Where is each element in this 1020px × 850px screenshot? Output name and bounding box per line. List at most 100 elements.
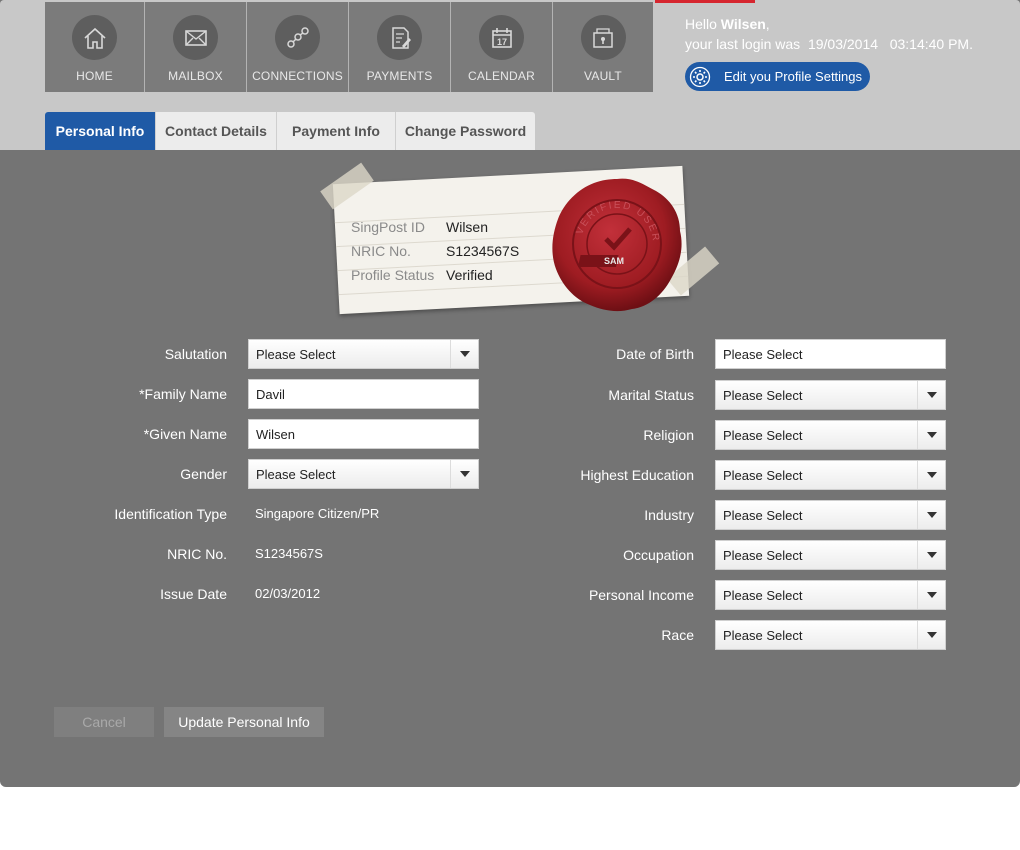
occupation-label: Occupation [623,547,694,563]
id-card-value: Wilsen [446,219,489,235]
id-card: SingPost ID Wilsen NRIC No. S1234567S Prof… [318,162,720,320]
id-card-key: SingPost ID [351,219,425,235]
verified-seal-icon: VERIFIED USER SAM [546,173,688,315]
id-card-row: SingPost ID Wilsen [351,215,519,239]
nav-label: VAULT [584,69,622,83]
header-accent-line [655,0,755,3]
greeting-name: Wilsen [720,16,766,32]
religion-select[interactable]: Please Select [715,420,946,450]
chevron-down-icon [450,460,478,488]
nav-label: PAYMENTS [366,69,433,83]
religion-label: Religion [643,427,694,443]
seal-badge: SAM [604,256,624,266]
id-card-info: SingPost ID Wilsen NRIC No. S1234567S Prof… [351,215,519,287]
marital-value: Please Select [723,387,803,403]
chevron-down-icon [917,381,945,409]
id-card-key: Profile Status [351,267,435,283]
update-personal-info-button[interactable]: Update Personal Info [164,707,324,737]
cancel-button[interactable]: Cancel [54,707,154,737]
nav-label: CONNECTIONS [252,69,343,83]
payments-icon [377,15,422,60]
chevron-down-icon [917,421,945,449]
nav-mailbox[interactable]: MAILBOX [145,2,247,92]
edit-profile-label: Edit you Profile Settings [724,69,863,84]
id-type-value: Singapore Citizen/PR [255,506,380,521]
education-label: Highest Education [580,467,694,483]
header-bar: HOME MAILBOX CONNECTIONS PAYMENTS 17 CAL… [0,0,1020,150]
tab-payment-info[interactable]: Payment Info [277,112,396,150]
issue-date-label: Issue Date [160,586,227,602]
income-value: Please Select [723,587,803,603]
issue-date-value: 02/03/2012 [255,586,321,601]
religion-value: Please Select [723,427,803,443]
tab-contact-details[interactable]: Contact Details [156,112,277,150]
chevron-down-icon [450,340,478,368]
nav-vault[interactable]: VAULT [553,2,653,92]
gender-label: Gender [180,466,227,482]
id-card-row: NRIC No. S1234567S [351,239,519,263]
salutation-value: Please Select [256,346,336,362]
given-name-input[interactable]: Wilsen [248,419,479,449]
dob-value: Please Select [723,346,803,362]
id-card-key: NRIC No. [351,243,411,259]
nav-connections[interactable]: CONNECTIONS [247,2,349,92]
chevron-down-icon [917,461,945,489]
nav-home[interactable]: HOME [45,2,145,92]
app-window: HOME MAILBOX CONNECTIONS PAYMENTS 17 CAL… [0,0,1020,787]
tab-change-password[interactable]: Change Password [396,112,535,150]
race-select[interactable]: Please Select [715,620,946,650]
mail-icon [173,15,218,60]
occupation-select[interactable]: Please Select [715,540,946,570]
industry-value: Please Select [723,507,803,523]
id-card-value: Verified [446,267,493,283]
occupation-value: Please Select [723,547,803,563]
chevron-down-icon [917,621,945,649]
education-select[interactable]: Please Select [715,460,946,490]
nric-value: S1234567S [255,546,323,561]
marital-select[interactable]: Please Select [715,380,946,410]
vault-icon [580,15,626,60]
tab-personal-info[interactable]: Personal Info [45,112,156,150]
nav-label: HOME [76,69,113,83]
edit-profile-button[interactable]: Edit you Profile Settings [685,62,870,91]
industry-label: Industry [644,507,694,523]
salutation-select[interactable]: Please Select [248,339,479,369]
race-value: Please Select [723,627,803,643]
chevron-down-icon [917,581,945,609]
race-label: Race [661,627,694,643]
family-name-label: *Family Name [139,386,227,402]
home-icon [72,15,117,60]
last-login-label: your last login was [685,36,801,52]
nav-label: MAILBOX [168,69,223,83]
dob-input[interactable]: Please Select [715,339,946,369]
nav-label: CALENDAR [468,69,535,83]
income-label: Personal Income [588,587,694,603]
gender-value: Please Select [256,466,336,482]
gender-select[interactable]: Please Select [248,459,479,489]
gear-icon [688,64,712,89]
family-name-value: Davil [256,386,285,402]
nav-calendar[interactable]: 17 CALENDAR [451,2,553,92]
given-name-value: Wilsen [256,426,296,442]
family-name-input[interactable]: Davil [248,379,479,409]
calendar-icon: 17 [479,15,524,60]
id-type-label: Identification Type [114,506,227,522]
nav-payments[interactable]: PAYMENTS [349,2,451,92]
chevron-down-icon [917,541,945,569]
marital-label: Marital Status [608,387,694,403]
id-card-value: S1234567S [446,243,520,259]
given-name-label: *Given Name [143,426,227,442]
greeting: Hello Wilsen, your last login was 19/03/… [685,16,973,52]
income-select[interactable]: Please Select [715,580,946,610]
industry-select[interactable]: Please Select [715,500,946,530]
calendar-day: 17 [496,37,506,47]
nric-label: NRIC No. [167,546,227,562]
connections-icon [275,15,320,60]
main-nav: HOME MAILBOX CONNECTIONS PAYMENTS 17 CAL… [45,2,653,92]
tab-bar: Personal Info Contact Details Payment In… [45,112,535,150]
salutation-label: Salutation [164,346,227,362]
chevron-down-icon [917,501,945,529]
education-value: Please Select [723,467,803,483]
last-login-time: 03:14:40 PM. [889,36,973,52]
id-card-row: Profile Status Verified [351,263,519,287]
